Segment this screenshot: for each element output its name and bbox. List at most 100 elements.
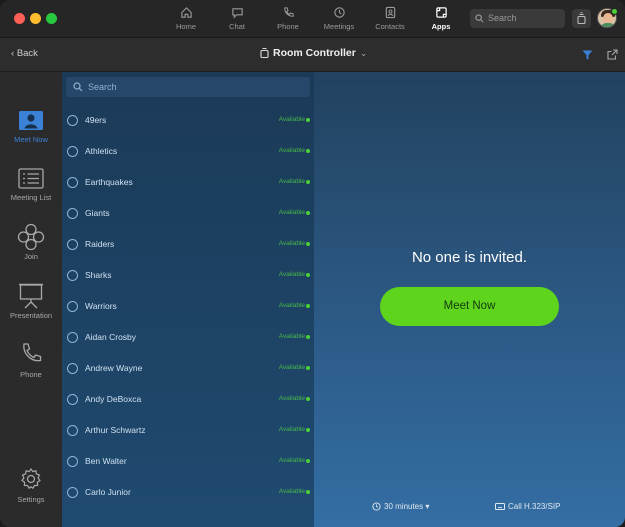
phone-icon: [23, 343, 42, 362]
presence-status-dot: [611, 8, 618, 15]
contact-search-placeholder: Search: [88, 82, 117, 92]
sidebar-item-meet-now[interactable]: Meet Now: [0, 110, 62, 144]
contact-name: Raiders: [85, 239, 115, 249]
tab-home-label: Home: [175, 22, 196, 31]
tab-chat[interactable]: Chat: [211, 4, 263, 34]
presentation-icon: [19, 283, 43, 309]
chevron-down-icon: ⌄: [359, 48, 368, 58]
contact-name: Warriors: [85, 301, 117, 311]
available-dot: [306, 397, 310, 401]
popout-icon[interactable]: [607, 49, 618, 60]
call-h323-sip-button[interactable]: Call H.323/SIP: [495, 502, 560, 511]
availability-status: Available: [278, 240, 305, 247]
availability-status: Available: [278, 271, 305, 278]
duration-label: 30 minutes: [384, 502, 424, 511]
room-controller-title-text: Room Controller: [273, 47, 356, 59]
available-dot: [306, 428, 310, 432]
select-radio[interactable]: [67, 146, 78, 157]
list-item[interactable]: Warriors Available: [62, 291, 314, 322]
list-item[interactable]: Aidan Crosby Available: [62, 322, 314, 353]
contact-name: Andy DeBoxca: [85, 394, 142, 404]
tab-meetings[interactable]: Meetings: [313, 4, 365, 34]
select-radio[interactable]: [67, 301, 78, 312]
list-item[interactable]: Giants Available: [62, 198, 314, 229]
available-dot: [306, 335, 310, 339]
select-radio[interactable]: [67, 487, 78, 498]
close-window-button[interactable]: [14, 13, 25, 24]
filter-icon[interactable]: [582, 50, 593, 60]
tab-apps[interactable]: Apps: [415, 4, 467, 34]
select-radio[interactable]: [67, 177, 78, 188]
list-item[interactable]: Ben Walter Available: [62, 446, 314, 477]
tab-phone[interactable]: Phone: [262, 4, 314, 34]
chat-icon: [231, 8, 243, 19]
select-radio[interactable]: [67, 394, 78, 405]
list-item[interactable]: Sharks Available: [62, 260, 314, 291]
contact-name: Sharks: [85, 270, 112, 280]
available-dot: [306, 180, 310, 184]
select-radio[interactable]: [67, 425, 78, 436]
maximize-window-button[interactable]: [46, 13, 57, 24]
list-icon: [18, 168, 44, 189]
select-radio[interactable]: [67, 115, 78, 126]
contact-name: Athletics: [85, 146, 118, 156]
contact-name: Aidan Crosby: [85, 332, 137, 342]
back-button[interactable]: ‹ Back: [11, 48, 38, 59]
list-item[interactable]: Arthur Schwartz Available: [62, 415, 314, 446]
available-dot: [306, 490, 310, 494]
contact-name: Earthquakes: [85, 177, 133, 187]
caret-down-icon: ▾: [425, 502, 430, 511]
contact-name: Arthur Schwartz: [85, 425, 146, 435]
room-control-icon: [260, 48, 269, 58]
global-search-input[interactable]: Search: [470, 9, 565, 28]
availability-status: Available: [278, 457, 305, 464]
contact-name: Ben Walter: [85, 456, 127, 466]
list-item[interactable]: Earthquakes Available: [62, 167, 314, 198]
select-radio[interactable]: [67, 363, 78, 374]
title-bar: Home Chat Phone Meetings Contacts Apps S…: [0, 0, 625, 38]
availability-status: Available: [278, 209, 305, 216]
room-control-button[interactable]: [572, 9, 591, 28]
available-dot: [306, 459, 310, 463]
sidebar-item-presentation[interactable]: Presentation: [0, 282, 62, 320]
app-window: Home Chat Phone Meetings Contacts Apps S…: [0, 0, 625, 527]
list-item[interactable]: Athletics Available: [62, 136, 314, 167]
back-label: Back: [16, 48, 38, 59]
sub-header: ‹ Back Room Controller ⌄: [0, 38, 625, 72]
select-radio[interactable]: [67, 332, 78, 343]
select-radio[interactable]: [67, 208, 78, 219]
list-item[interactable]: Carlo Junior Available: [62, 477, 314, 508]
tab-home[interactable]: Home: [160, 4, 212, 34]
room-controller-title[interactable]: Room Controller ⌄: [260, 47, 367, 59]
sidebar-item-phone[interactable]: Phone: [0, 342, 62, 379]
tab-contacts[interactable]: Contacts: [364, 4, 416, 34]
duration-dropdown[interactable]: 30 minutes ▾: [372, 502, 429, 511]
contact-search-input[interactable]: Search: [66, 77, 310, 97]
search-icon: [73, 82, 83, 92]
availability-status: Available: [278, 426, 305, 433]
select-radio[interactable]: [67, 270, 78, 281]
available-dot: [306, 211, 310, 215]
contact-name: Giants: [85, 208, 110, 218]
list-item[interactable]: Andy DeBoxca Available: [62, 384, 314, 415]
list-item[interactable]: Andrew Wayne Available: [62, 353, 314, 384]
select-radio[interactable]: [67, 239, 78, 250]
sidebar-label-presentation: Presentation: [9, 311, 53, 320]
available-dot: [306, 366, 310, 370]
sidebar-item-settings[interactable]: Settings: [0, 467, 62, 504]
minimize-window-button[interactable]: [30, 13, 41, 24]
list-item[interactable]: Raiders Available: [62, 229, 314, 260]
availability-status: Available: [278, 302, 305, 309]
select-radio[interactable]: [67, 456, 78, 467]
room-control-icon: [577, 12, 586, 25]
tab-meetings-label: Meetings: [323, 22, 355, 31]
sidebar-item-meeting-list[interactable]: Meeting List: [0, 168, 62, 202]
list-item[interactable]: 49ers Available: [62, 105, 314, 136]
sidebar-item-join[interactable]: Join: [0, 223, 62, 261]
contact-name: Andrew Wayne: [85, 363, 143, 373]
room-system-icon: [495, 503, 505, 510]
contact-name: Carlo Junior: [85, 487, 131, 497]
sidebar-label-join: Join: [24, 252, 38, 261]
meet-now-button[interactable]: Meet Now: [380, 287, 559, 326]
contact-list-panel: Search 49ers Available Athletics Available…: [62, 72, 314, 527]
